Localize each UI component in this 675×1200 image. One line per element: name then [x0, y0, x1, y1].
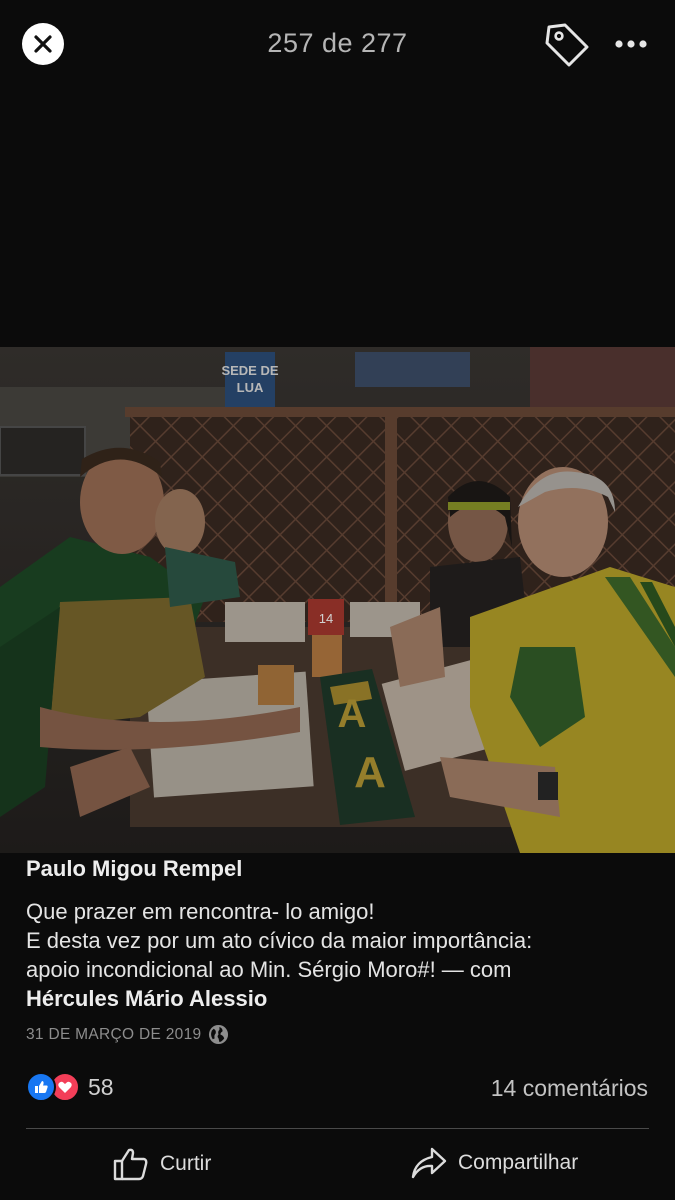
- thumbs-up-icon: [113, 1148, 148, 1181]
- reactions-summary[interactable]: 58: [26, 1072, 114, 1102]
- divider: [26, 1128, 649, 1129]
- post-author[interactable]: Paulo Migou Rempel: [26, 856, 242, 882]
- comments-count[interactable]: 14 comentários: [491, 1075, 648, 1102]
- like-icon: [26, 1072, 56, 1102]
- post-photo[interactable]: SEDE DE LUA 14 A A: [0, 347, 675, 853]
- like-label: Curtir: [160, 1152, 212, 1175]
- tag-icon: [545, 23, 589, 67]
- post-date-row: 31 DE MARÇO DE 2019: [26, 1024, 229, 1045]
- caption-line: E desta vez por um ato cívico da maior i…: [26, 928, 533, 953]
- more-options-button[interactable]: [612, 30, 652, 58]
- tag-button[interactable]: [543, 21, 591, 67]
- share-label: Compartilhar: [458, 1151, 579, 1174]
- post-caption: Que prazer em rencontra- lo amigo! E des…: [26, 897, 656, 1013]
- globe-icon: [209, 1024, 229, 1045]
- caption-line: Que prazer em rencontra- lo amigo!: [26, 899, 375, 924]
- photo-image: SEDE DE LUA 14 A A: [0, 347, 675, 853]
- caption-line: apoio incondicional ao Min. Sérgio Moro#…: [26, 957, 512, 982]
- share-icon: [411, 1147, 447, 1179]
- reaction-count: 58: [88, 1073, 114, 1100]
- top-bar: 257 de 277: [0, 0, 675, 88]
- more-options-icon: [615, 40, 647, 48]
- tagged-person-link[interactable]: Hércules Mário Alessio: [26, 984, 656, 1013]
- share-button[interactable]: Compartilhar: [410, 1146, 578, 1180]
- post-date[interactable]: 31 DE MARÇO DE 2019: [26, 1026, 201, 1044]
- like-button[interactable]: Curtir: [112, 1146, 211, 1182]
